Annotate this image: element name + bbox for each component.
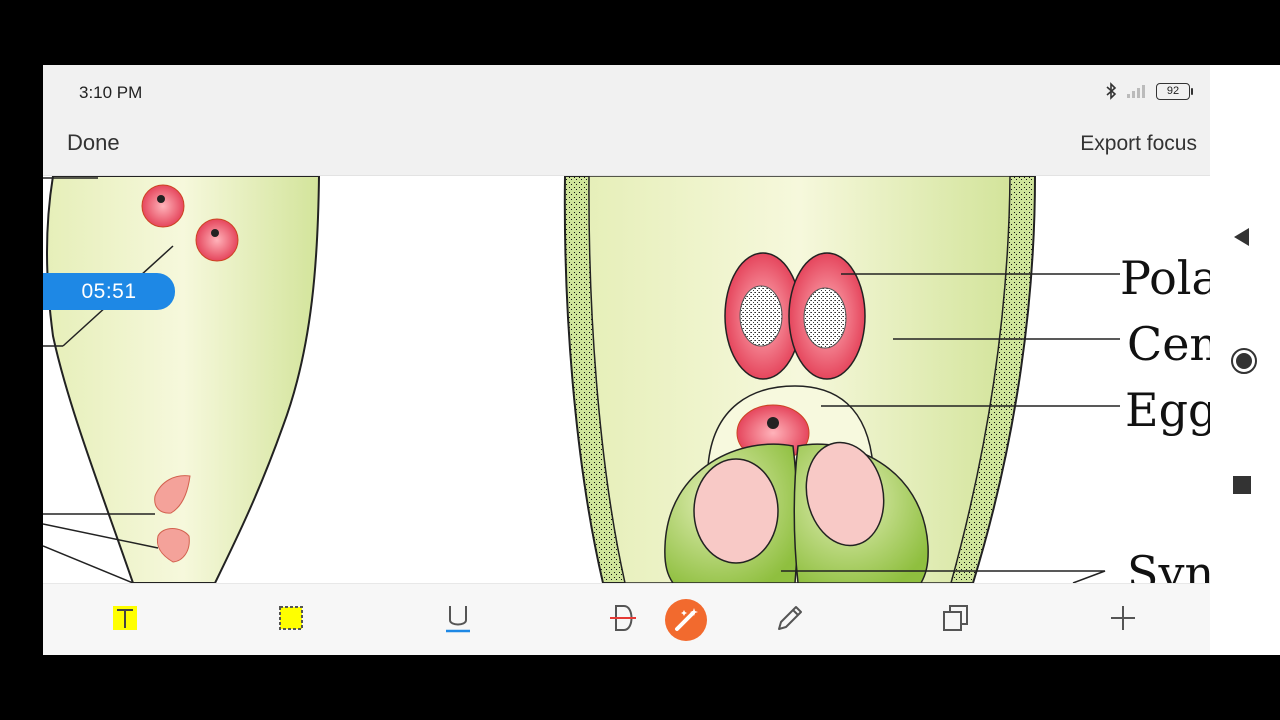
- recents-icon[interactable]: [1230, 473, 1254, 497]
- label-synergid: Syn: [1127, 546, 1210, 583]
- top-bar: Done Export focus: [43, 120, 1210, 176]
- signal-icon: [1127, 85, 1145, 98]
- status-time: 3:10 PM: [79, 83, 143, 102]
- add-tool-icon: [1111, 606, 1135, 630]
- label-polar: Pola: [1120, 251, 1210, 305]
- status-icons: 92: [1104, 82, 1193, 100]
- left-sac-fragment: [43, 176, 321, 583]
- pencil-tool[interactable]: [770, 598, 810, 638]
- text-highlight-tool[interactable]: [105, 598, 145, 638]
- label-central: Cen: [1127, 317, 1210, 371]
- status-bar: 3:10 PM 92: [43, 65, 1210, 120]
- back-icon[interactable]: [1230, 225, 1254, 249]
- right-sac: [563, 176, 1120, 583]
- area-highlight-tool[interactable]: [271, 598, 311, 638]
- label-egg: Egg: [1125, 383, 1210, 437]
- underline-tool-icon: [446, 606, 470, 633]
- magic-pen-tool[interactable]: [664, 598, 707, 641]
- text-highlight-tool-icon: [113, 606, 137, 630]
- area-highlight-tool-icon: [279, 606, 303, 630]
- document-canvas[interactable]: Pola Cen Egg Syn: [43, 176, 1210, 583]
- add-tool[interactable]: [1103, 598, 1143, 638]
- pencil-tool-icon: [778, 606, 802, 630]
- android-nav-bar: [1210, 65, 1280, 655]
- home-icon[interactable]: [1230, 347, 1258, 375]
- underline-tool[interactable]: [438, 598, 478, 638]
- recording-timer[interactable]: 05:51: [43, 273, 175, 310]
- done-button[interactable]: Done: [67, 130, 120, 156]
- copy-tool-icon: [943, 605, 968, 631]
- app-screen: 3:10 PM 92 Done Export focus Pola Cen Eg…: [43, 65, 1210, 655]
- magic-pen-tool-icon: [665, 599, 707, 641]
- strikethrough-tool-icon: [610, 605, 636, 631]
- strikethrough-tool[interactable]: [604, 598, 644, 638]
- annotation-toolbar: [43, 583, 1210, 655]
- export-focus-button[interactable]: Export focus: [1080, 132, 1197, 156]
- battery-icon: 92: [1156, 82, 1193, 100]
- embryo-sac-diagram: Pola Cen Egg Syn: [43, 176, 1210, 583]
- copy-tool[interactable]: [936, 598, 976, 638]
- bluetooth-icon: [1106, 82, 1117, 100]
